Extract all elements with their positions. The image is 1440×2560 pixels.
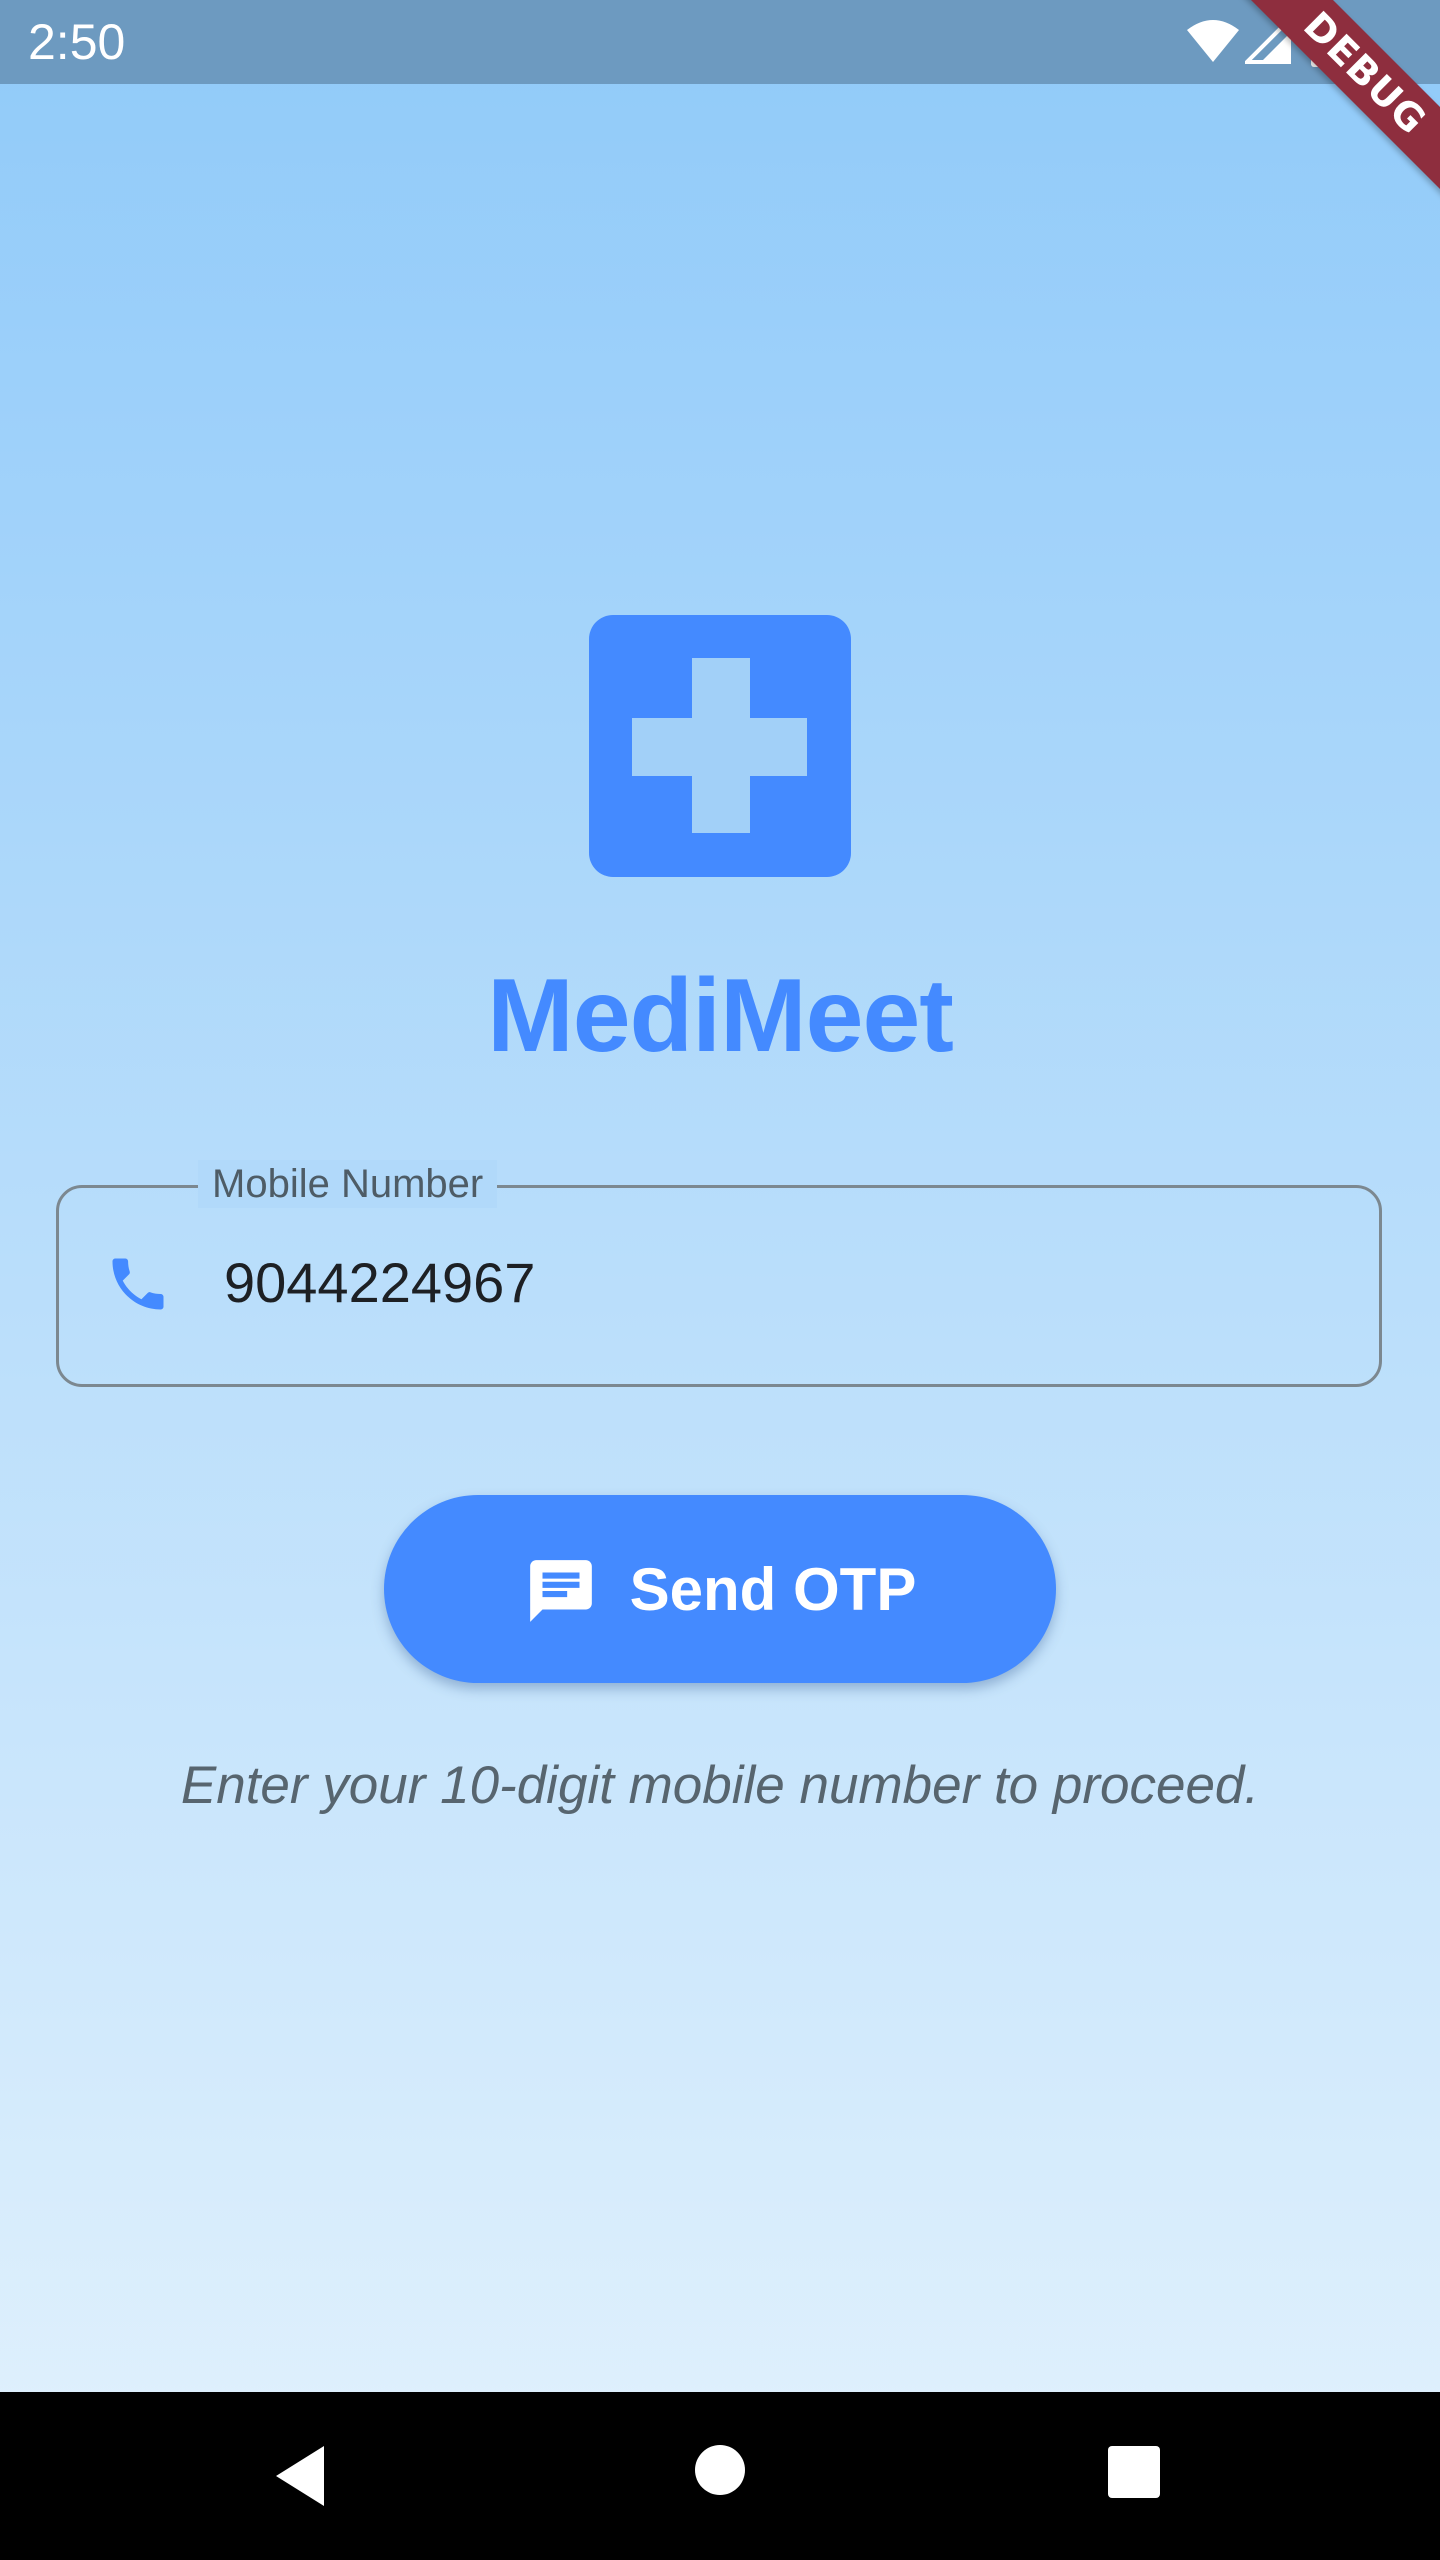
home-icon[interactable]	[694, 2444, 746, 2496]
app-title: MediMeet	[487, 958, 954, 1074]
phone-icon	[112, 1258, 164, 1310]
send-otp-label: Send OTP	[629, 1555, 917, 1623]
mobile-number-input[interactable]: 9044224967	[224, 1248, 535, 1318]
send-otp-button[interactable]: Send OTP	[384, 1495, 1056, 1683]
recents-icon[interactable]	[1108, 2446, 1160, 2498]
back-icon[interactable]	[272, 2444, 328, 2508]
status-time: 2:50	[28, 14, 126, 70]
logo-cross-horizontal	[632, 718, 807, 776]
chat-icon	[529, 1560, 592, 1622]
status-bar: 2:50	[0, 0, 1440, 84]
wifi-icon	[1187, 20, 1239, 62]
navigation-bar	[0, 2392, 1440, 2560]
mobile-number-label: Mobile Number	[198, 1160, 498, 1208]
login-screen: 2:50 DEBUG MediMeet Mobile Number 904422…	[0, 0, 1440, 2560]
medical-cross-icon	[589, 615, 851, 877]
hint-text: Enter your 10-digit mobile number to pro…	[180, 1756, 1260, 1815]
